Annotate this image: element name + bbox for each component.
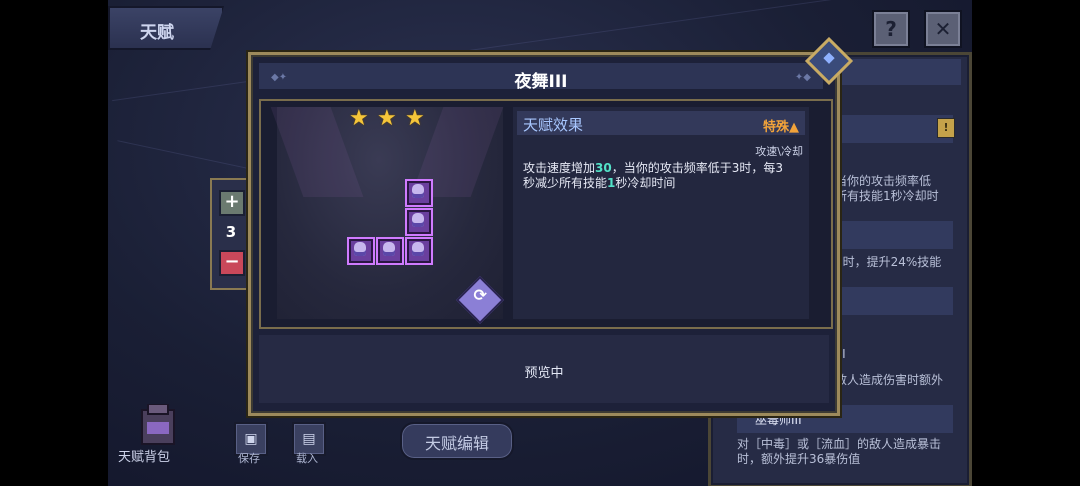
backpack-icon	[141, 403, 175, 445]
star-icon: ★	[377, 106, 397, 131]
effect-type-badge: 特殊▲	[763, 120, 799, 135]
talent-piece	[405, 179, 433, 207]
talent-piece	[405, 237, 433, 265]
star-icon: ★	[405, 106, 425, 131]
talent-line: 5时，提升24%技能	[835, 255, 942, 269]
effect-tags: 攻速\冷却	[755, 145, 803, 158]
talent-line: 敌人造成伤害时额外	[835, 373, 944, 387]
save-label: 保存	[238, 452, 260, 465]
dialog-title: 夜舞III	[514, 72, 568, 92]
dialog-content: ★ ★ ★ ⟳ 天赋效果 特殊▲ 攻速\冷却 攻击速度增加30，当你的攻击频率低	[259, 99, 833, 329]
load-label: 载入	[296, 452, 318, 465]
decrease-button[interactable]: −	[219, 250, 245, 276]
talent-line: 时，额外提升36暴伤值	[737, 452, 861, 466]
effect-title: 天赋效果	[523, 116, 584, 134]
increase-button[interactable]: +	[219, 190, 245, 216]
star-icon: ★	[349, 106, 369, 131]
minus-icon: −	[224, 251, 240, 272]
talent-tab-label: 天赋	[140, 23, 174, 43]
ornament-icon: ✦◆	[794, 72, 811, 83]
close-icon: ✕	[934, 17, 952, 41]
question-icon: ?	[885, 17, 897, 41]
talent-line: 所有技能1秒冷却时	[835, 189, 939, 203]
talent-bag-label: 天赋背包	[118, 450, 171, 465]
plus-icon: +	[224, 191, 240, 212]
effect-header: 天赋效果 特殊▲	[517, 111, 805, 135]
lock-icon: !	[937, 118, 955, 138]
talent-piece	[347, 237, 375, 265]
preview-status-text: 预览中	[524, 366, 564, 381]
talent-edit-label: 天赋编辑	[424, 434, 489, 453]
level-counter: + 3 −	[210, 178, 252, 290]
talent-edit-button[interactable]: 天赋编辑	[400, 422, 514, 460]
help-button[interactable]: ?	[872, 10, 910, 48]
preview-status-bar: 预览中	[259, 335, 829, 403]
talent-tab[interactable]: 天赋	[108, 6, 224, 50]
save-icon: ▣	[244, 431, 258, 447]
shape-preview: ★ ★ ★ ⟳	[270, 106, 505, 325]
effect-panel: 天赋效果 特殊▲ 攻速\冷却 攻击速度增加30，当你的攻击频率低于3时，每3秒减…	[513, 107, 809, 319]
close-button[interactable]: ✕	[924, 10, 962, 48]
game-screen: 天赋 ? ✕ 天赋 ! 当你的攻击频率低 所有技能1秒冷却时 5时，提升24%技…	[108, 0, 972, 486]
talent-detail-dialog: ◆✦ 夜舞III ✦◆ ★ ★ ★ ⟳ 天赋效果 特殊▲ 攻速\冷却 攻击速度增…	[248, 52, 840, 416]
dialog-title-bar: ◆✦ 夜舞III ✦◆	[259, 63, 823, 92]
talent-piece	[376, 237, 404, 265]
talent-piece	[405, 208, 433, 236]
rotate-button[interactable]: ⟳	[455, 275, 505, 325]
clipboard-icon: ▤	[302, 431, 316, 447]
level-value: 3	[225, 223, 237, 241]
effect-description: 攻击速度增加30，当你的攻击频率低于3时，每3秒减少所有技能1秒冷却时间	[523, 161, 783, 190]
rotate-icon: ⟳	[473, 285, 487, 305]
